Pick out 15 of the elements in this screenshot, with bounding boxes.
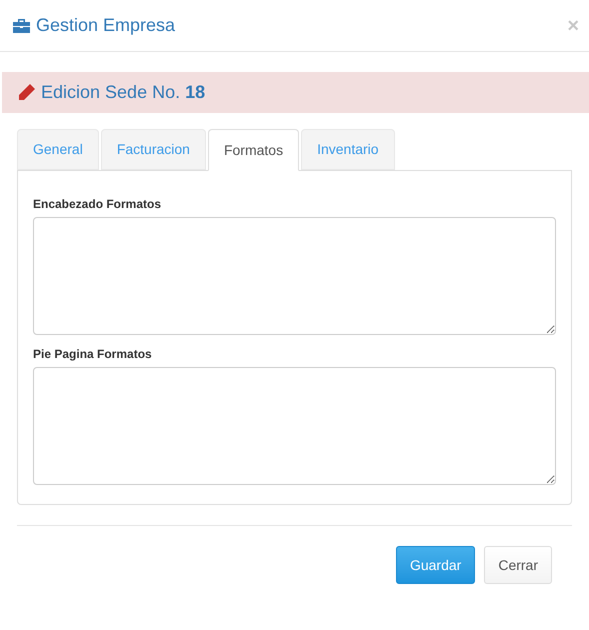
close-button[interactable]: × bbox=[567, 16, 579, 36]
tab[interactable]: Inventario bbox=[301, 129, 395, 170]
tab[interactable]: Facturacion bbox=[100, 129, 206, 170]
tab[interactable]: Formatos bbox=[208, 129, 300, 171]
text-area[interactable] bbox=[33, 367, 556, 485]
pencil-icon bbox=[17, 83, 36, 102]
save-button[interactable]: Guardar bbox=[396, 546, 476, 584]
tab[interactable]: General bbox=[17, 129, 99, 170]
field-label: Encabezado Formatos bbox=[33, 196, 162, 213]
alert-text: Edicion Sede No. 18 bbox=[41, 81, 206, 104]
close-button[interactable]: Cerrar bbox=[484, 546, 552, 584]
field-label: Pie Pagina Formatos bbox=[33, 346, 153, 363]
text-area[interactable] bbox=[33, 217, 556, 335]
briefcase-icon bbox=[12, 18, 31, 34]
window-title: Gestion Empresa bbox=[36, 14, 176, 37]
